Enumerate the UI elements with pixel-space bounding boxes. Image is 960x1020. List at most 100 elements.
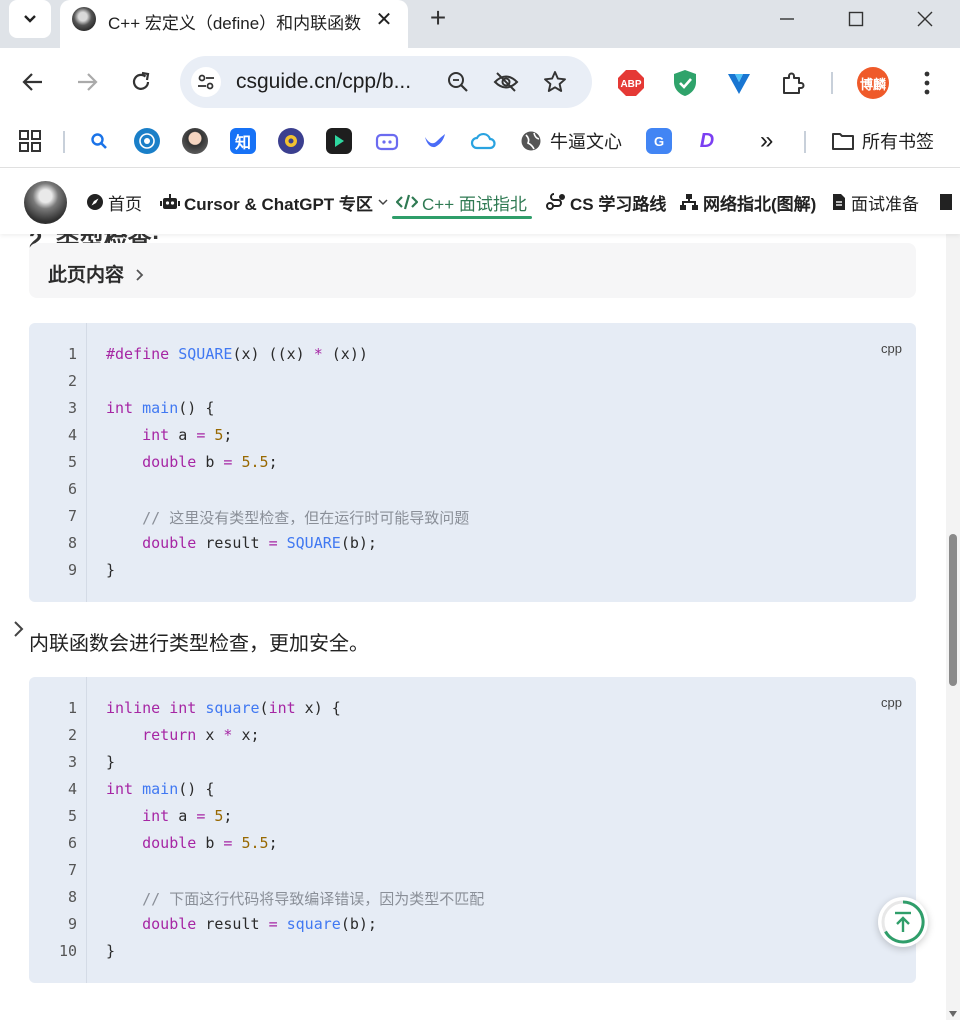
nav-more-clipped[interactable] <box>938 190 954 214</box>
nav-cs-roadmap[interactable]: CS 学习路线 <box>546 190 666 214</box>
nav-cursor-chatgpt[interactable]: Cursor & ChatGPT 专区 <box>160 190 389 214</box>
nav-network-guide[interactable]: 网络指北(图解) <box>679 190 816 214</box>
tab-favicon-icon <box>72 7 96 31</box>
new-tab-button[interactable]: + <box>426 4 450 32</box>
toolbar-separator <box>831 72 833 94</box>
bookmark-d[interactable]: D <box>694 127 720 155</box>
bookmark-bird[interactable] <box>422 127 448 155</box>
line-number: 3 <box>67 753 77 771</box>
line-number: 7 <box>67 861 77 879</box>
all-bookmarks-button[interactable]: 所有书签 <box>830 127 934 155</box>
nav-home-label: 首页 <box>108 194 142 214</box>
nav-interview-label: 面试准备 <box>851 194 919 214</box>
code-line: int a = 5; <box>142 807 233 825</box>
code-line: #define SQUARE(x) ((x) * (x)) <box>106 345 368 363</box>
nav-home[interactable]: 首页 <box>86 190 142 214</box>
code-line: double result = square(b); <box>142 915 377 933</box>
bookmark-star-icon[interactable] <box>541 68 569 96</box>
bookmark-cloud[interactable] <box>470 127 496 155</box>
sidebar-expand-chevron-icon[interactable] <box>10 619 28 639</box>
line-number: 5 <box>67 453 77 471</box>
line-number: 6 <box>67 480 77 498</box>
tab-close-icon[interactable]: ✕ <box>372 7 396 31</box>
back-button[interactable] <box>17 66 49 98</box>
chevron-down-icon <box>24 15 36 23</box>
line-number: 6 <box>67 834 77 852</box>
game-icon <box>278 128 304 154</box>
shield-extension-icon[interactable] <box>670 68 700 98</box>
code-line: double b = 5.5; <box>142 453 278 471</box>
line-number: 9 <box>67 561 77 579</box>
nav-interview-prep[interactable]: 面试准备 <box>831 190 919 214</box>
nav-network-label: 网络指北(图解) <box>703 194 817 214</box>
bookmark-wenxin[interactable]: 牛逼文心 <box>518 127 622 155</box>
code-line: return x * x; <box>142 726 260 744</box>
reload-button[interactable] <box>125 66 157 98</box>
more-bookmarks-button[interactable]: » <box>760 127 773 155</box>
address-bar[interactable]: csguide.cn/cpp/b... <box>180 56 592 108</box>
line-number: 3 <box>67 399 77 417</box>
bookmark-podcast[interactable] <box>134 127 160 155</box>
line-number: 9 <box>67 915 77 933</box>
bookmark-translate[interactable]: G <box>646 127 672 155</box>
browser-toolbar: csguide.cn/cpp/b... ABP 博麟 <box>0 48 960 118</box>
code-line: int a = 5; <box>142 426 233 444</box>
avatar-icon <box>182 128 208 154</box>
document-icon <box>833 194 845 210</box>
nav-cursor-label: Cursor & ChatGPT 专区 <box>184 194 373 214</box>
code-block: 1 2 3 4 5 6 7 8 9 10 cpp inline int squa… <box>29 677 916 983</box>
code-line: inline int square(int x) { <box>106 699 341 717</box>
site-info-icon[interactable] <box>191 67 221 97</box>
nav-cpp-guide[interactable]: C++ 面试指北 <box>396 190 527 214</box>
podcast-icon <box>134 128 160 154</box>
bookmark-zhihu[interactable]: 知 <box>230 127 256 155</box>
arrow-up-icon <box>881 900 925 944</box>
scroll-down-arrow-icon[interactable] <box>949 1011 957 1017</box>
menu-kebab-icon[interactable] <box>912 68 942 98</box>
bookmark-player[interactable] <box>326 127 352 155</box>
adblock-extension-icon[interactable]: ABP <box>616 68 646 98</box>
url-text[interactable]: csguide.cn/cpp/b... <box>236 70 411 94</box>
vpn-extension-icon[interactable] <box>724 68 754 98</box>
globe-icon <box>518 128 544 154</box>
eye-off-icon[interactable] <box>492 68 520 96</box>
zoom-icon[interactable] <box>444 68 472 96</box>
network-icon <box>680 194 698 210</box>
active-tab[interactable]: C++ 宏定义（define）和内联函数 ✕ <box>60 0 408 48</box>
bilibili-icon <box>374 128 400 154</box>
bookmark-avatar[interactable] <box>182 127 208 155</box>
close-icon <box>917 11 933 27</box>
forward-button[interactable] <box>71 66 103 98</box>
back-to-top-button[interactable] <box>878 897 928 947</box>
bookmark-bilibili[interactable] <box>374 127 400 155</box>
page-scrollbar[interactable] <box>946 234 960 1020</box>
on-this-page-toggle[interactable]: 此页内容 <box>29 243 916 298</box>
code-line: } <box>106 942 116 960</box>
code-line: double b = 5.5; <box>142 834 278 852</box>
apps-grid-icon[interactable] <box>18 127 42 155</box>
nav-cpp-label: C++ 面试指北 <box>422 194 527 214</box>
line-number: 4 <box>67 780 77 798</box>
folder-icon <box>830 128 856 154</box>
paragraph-text: 内联函数会进行类型检查，更加安全。 <box>29 633 369 655</box>
bookmark-game[interactable] <box>278 127 304 155</box>
tab-search-button[interactable] <box>9 0 51 38</box>
code-language-label: cpp <box>881 341 902 356</box>
profile-avatar[interactable]: 博麟 <box>857 67 889 99</box>
code-line: int main() { <box>106 399 215 417</box>
toc-label-text: 此页内容 <box>48 265 125 286</box>
code-line: } <box>106 561 116 579</box>
scrollbar-thumb[interactable] <box>949 534 957 686</box>
bookmark-search[interactable] <box>86 127 112 155</box>
code-line: int main() { <box>106 780 215 798</box>
extensions-puzzle-icon[interactable] <box>778 68 808 98</box>
site-logo-avatar[interactable] <box>24 181 67 224</box>
minimize-button[interactable] <box>772 6 802 32</box>
robot-icon <box>160 194 180 209</box>
maximize-button[interactable] <box>841 6 871 32</box>
line-number: 10 <box>58 942 77 960</box>
bookmark-separator <box>63 131 65 153</box>
close-window-button[interactable] <box>910 6 940 32</box>
route-icon <box>546 193 565 210</box>
chevron-down-icon <box>378 199 388 206</box>
